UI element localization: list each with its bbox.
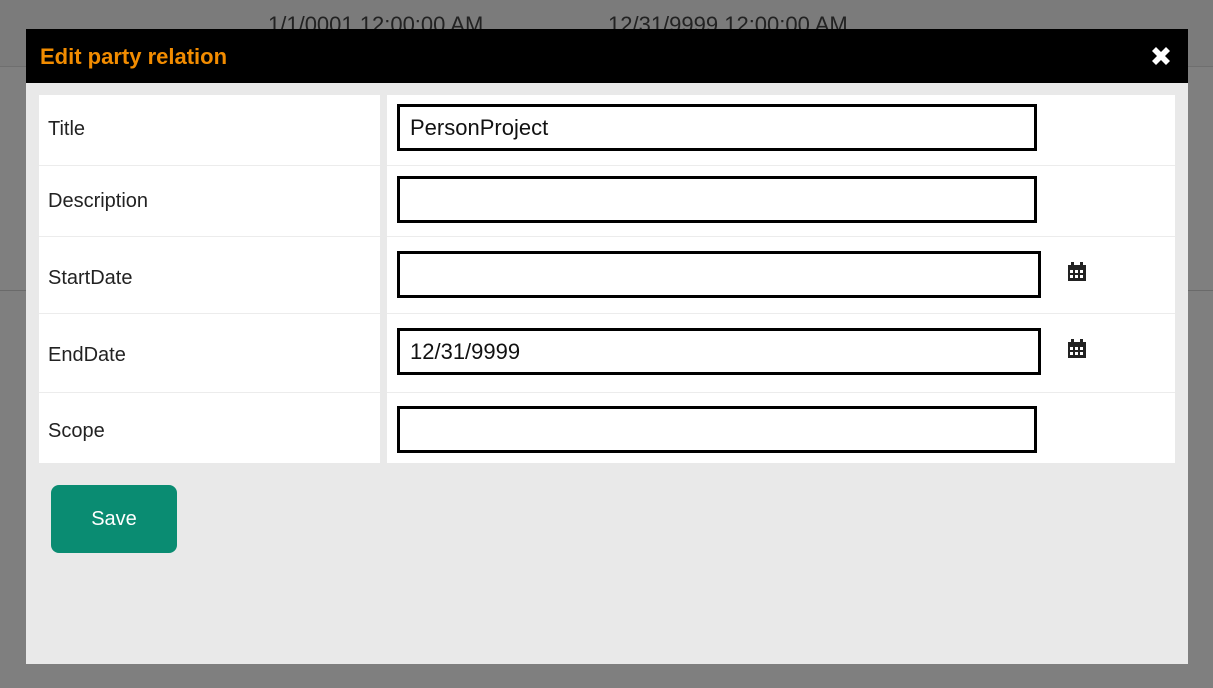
row-divider <box>387 165 1175 166</box>
form-table: Title Description StartDate EndDate Scop… <box>39 95 1175 463</box>
calendar-icon[interactable] <box>1067 339 1087 359</box>
start-date-label: StartDate <box>48 267 133 289</box>
start-date-input[interactable] <box>397 251 1041 298</box>
row-divider <box>39 165 380 166</box>
row-divider <box>387 392 1175 393</box>
row-divider <box>387 313 1175 314</box>
scope-label: Scope <box>48 420 105 442</box>
title-label: Title <box>48 118 86 140</box>
end-date-label: EndDate <box>48 344 126 366</box>
description-input[interactable] <box>397 176 1037 223</box>
save-button[interactable]: Save <box>51 485 177 553</box>
row-divider <box>39 236 380 237</box>
end-date-input[interactable] <box>397 328 1041 375</box>
row-divider <box>39 392 380 393</box>
row-divider <box>39 313 380 314</box>
title-input[interactable] <box>397 104 1037 151</box>
calendar-icon[interactable] <box>1067 262 1087 282</box>
row-divider <box>387 236 1175 237</box>
close-icon[interactable] <box>1148 43 1174 69</box>
dialog-titlebar: Edit party relation <box>26 29 1188 83</box>
dialog-title: Edit party relation <box>40 44 228 69</box>
description-label: Description <box>48 190 149 212</box>
scope-input[interactable] <box>397 406 1037 453</box>
edit-party-relation-dialog: Edit party relation Title Description St… <box>26 29 1188 664</box>
